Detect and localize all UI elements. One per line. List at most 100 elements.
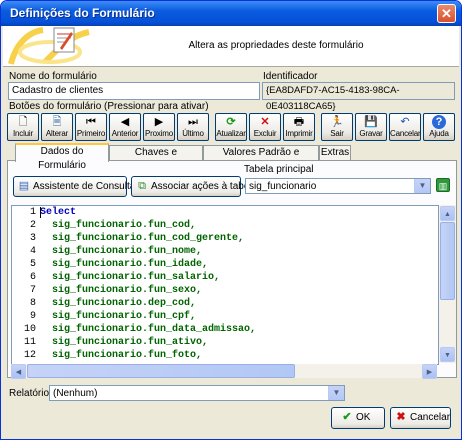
form-name-field[interactable]: Cadastro de clientes xyxy=(8,82,260,100)
code-text: Select xyxy=(40,207,77,218)
line-number: 3 xyxy=(29,233,36,244)
horizontal-scroll-thumb[interactable] xyxy=(27,364,295,378)
title-bar[interactable]: Definições do Formulário ✕ xyxy=(1,1,461,26)
close-button[interactable]: ✕ xyxy=(437,4,456,23)
tab-form-data[interactable]: Dados do Formulário xyxy=(15,143,109,171)
cancel-icon: ✖ xyxy=(396,411,406,423)
line-number: 5 xyxy=(29,259,36,270)
print-icon: 🖶 xyxy=(293,116,305,128)
query-assistant-icon: ▤ xyxy=(18,180,30,192)
scroll-down-icon[interactable]: ▼ xyxy=(440,347,455,362)
close-icon: ✕ xyxy=(441,6,452,21)
exit-button[interactable]: 🏃 Sair xyxy=(321,113,353,141)
code-text: sig_funcionario.fun_salario, xyxy=(40,272,221,283)
form-data-panel: Tabela principal ▤ Assistente de Consulta… xyxy=(7,160,457,379)
vertical-scroll-thumb[interactable] xyxy=(440,222,455,300)
save-icon: 💾 xyxy=(364,116,378,128)
code-line: 3 sig_funcionario.fun_cod_gerente, xyxy=(12,232,438,245)
window-title: Definições do Formulário xyxy=(10,6,155,20)
toolbar-label: Botões do formulário (Pressionar para at… xyxy=(9,101,209,112)
query-assistant-button[interactable]: ▤ Assistente de Consulta xyxy=(13,176,135,197)
chevron-down-icon: ▼ xyxy=(414,179,430,193)
previous-button[interactable]: ◀ Anterior xyxy=(109,113,141,141)
code-text: sig_funcionario.fun_foto, xyxy=(40,350,203,361)
line-number: 11 xyxy=(23,337,36,348)
line-number: 6 xyxy=(29,272,36,283)
chevron-down-icon: ▼ xyxy=(328,386,344,400)
refresh-button[interactable]: ⟳ Atualizar xyxy=(215,113,247,141)
identifier-label: Identificador xyxy=(263,71,318,82)
tab-extras[interactable]: Extras xyxy=(319,145,351,160)
tab-defaults-masks[interactable]: Valores Padrão e Máscaras xyxy=(203,145,319,172)
code-line: 2 sig_funcionario.fun_cod, xyxy=(12,219,438,232)
code-line: 7 sig_funcionario.fun_sexo, xyxy=(12,284,438,297)
code-line: 8 sig_funcionario.dep_cod, xyxy=(12,297,438,310)
include-button[interactable]: 🗋 Incluir xyxy=(7,113,39,141)
code-lines: 1 Select 2 sig_funcionario.fun_cod, 3 sig_f… xyxy=(12,206,438,362)
print-button[interactable]: 🖶 Imprimir xyxy=(283,113,315,141)
line-number: 8 xyxy=(29,298,36,309)
associate-actions-button[interactable]: ⧉ Associar ações à tabela xyxy=(131,176,257,197)
text-cursor xyxy=(40,207,41,218)
first-button[interactable]: ⏮ Primeiro xyxy=(75,113,107,141)
previous-record-icon: ◀ xyxy=(120,116,130,128)
undo-icon: ↶ xyxy=(400,116,410,128)
save-button[interactable]: 💾 Gravar xyxy=(355,113,387,141)
code-text: sig_funcionario.fun_idade, xyxy=(40,259,209,270)
banner-description: Altera as propriedades deste formulário xyxy=(188,40,364,51)
form-settings-dialog: Definições do Formulário ✕ Altera as pro… xyxy=(0,0,462,440)
form-name-label: Nome do formulário xyxy=(9,71,97,82)
code-text: sig_funcionario.fun_cpf, xyxy=(40,311,197,322)
line-number: 12 xyxy=(23,350,36,361)
vertical-scrollbar[interactable]: ▲ ▼ xyxy=(439,205,456,363)
tab-keys-update[interactable]: Chaves e Atualização xyxy=(109,145,203,172)
code-line: 10 sig_funcionario.fun_data_admissao, xyxy=(12,323,438,336)
refresh-icon: ⟳ xyxy=(226,116,236,128)
code-text: sig_funcionario.dep_cod, xyxy=(40,298,197,309)
next-record-icon: ▶ xyxy=(154,116,164,128)
report-label: Relatório: xyxy=(9,388,52,399)
cancel-toolbar-button[interactable]: ↶ Cancelar xyxy=(389,113,421,141)
next-button[interactable]: ▶ Proximo xyxy=(143,113,175,141)
scroll-right-icon[interactable]: ▶ xyxy=(422,364,437,379)
sql-editor[interactable]: 1 Select 2 sig_funcionario.fun_cod, 3 sig_f… xyxy=(11,205,439,365)
code-text: sig_funcionario.fun_data_admissao, xyxy=(40,324,257,335)
line-number: 2 xyxy=(29,220,36,231)
edit-button[interactable]: 🗎 Alterar xyxy=(41,113,73,141)
code-text: sig_funcionario.fun_cod_gerente, xyxy=(40,233,245,244)
code-line: 12 sig_funcionario.fun_foto, xyxy=(12,349,438,362)
scroll-left-icon[interactable]: ◀ xyxy=(11,364,26,379)
line-number: 7 xyxy=(29,285,36,296)
main-table-select[interactable]: sig_funcionario ▼ xyxy=(245,178,431,194)
code-text: sig_funcionario.fun_cod, xyxy=(40,220,197,231)
line-number: 10 xyxy=(23,324,36,335)
code-line: 9 sig_funcionario.fun_cpf, xyxy=(12,310,438,323)
first-record-icon: ⏮ xyxy=(86,116,96,128)
checkmark-icon: ✔ xyxy=(342,411,352,423)
form-settings-logo-icon xyxy=(8,27,90,65)
code-text: sig_funcionario.fun_sexo, xyxy=(40,285,203,296)
exit-icon: 🏃 xyxy=(330,116,344,128)
main-table-label: Tabela principal xyxy=(244,164,314,175)
table-fields-icon[interactable]: ▥ xyxy=(436,178,450,192)
code-line: 4 sig_funcionario.fun_nome, xyxy=(12,245,438,258)
line-number: 9 xyxy=(29,311,36,322)
help-icon: ? xyxy=(432,115,446,129)
cancel-button[interactable]: ✖ Cancelar xyxy=(390,407,451,429)
code-text: sig_funcionario.fun_ativo, xyxy=(40,337,209,348)
edit-document-icon: 🗎 xyxy=(52,116,62,128)
last-record-icon: ⏭ xyxy=(188,116,198,128)
new-document-icon: 🗋 xyxy=(18,116,28,128)
identifier-field[interactable]: {EA8DAFD7-AC15-4183-98CA-0E403118CA65} xyxy=(262,82,455,112)
last-button[interactable]: ⏭ Último xyxy=(177,113,209,141)
code-line: 11 sig_funcionario.fun_ativo, xyxy=(12,336,438,349)
ok-button[interactable]: ✔ OK xyxy=(331,407,385,429)
report-select[interactable]: (Nenhum) ▼ xyxy=(49,385,345,401)
delete-icon: ✕ xyxy=(260,116,270,128)
horizontal-scrollbar[interactable]: ◀ ▶ xyxy=(11,364,437,379)
help-button[interactable]: ? Ajuda xyxy=(423,113,455,141)
header-banner: Altera as propriedades deste formulário xyxy=(3,26,459,67)
code-line: 5 sig_funcionario.fun_idade, xyxy=(12,258,438,271)
scroll-up-icon[interactable]: ▲ xyxy=(440,206,455,221)
delete-button[interactable]: ✕ Excluir xyxy=(249,113,281,141)
